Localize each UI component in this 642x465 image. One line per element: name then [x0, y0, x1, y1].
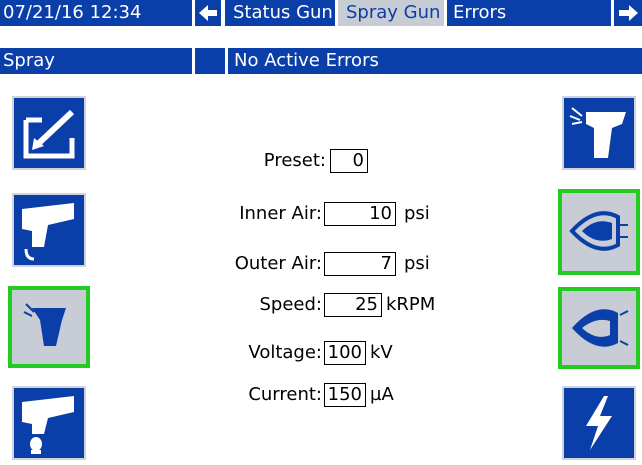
speed-input[interactable]: 25 — [324, 293, 382, 317]
inner-air-label: Inner Air: — [239, 203, 322, 224]
tab-status-gun[interactable]: Status Gun — [225, 0, 335, 26]
voltage-input[interactable]: 100 — [324, 341, 366, 365]
field-voltage: Voltage: 100 kV — [0, 339, 642, 367]
inner-air-unit: psi — [404, 203, 430, 224]
preset-input[interactable]: 0 — [330, 149, 368, 173]
speed-label: Speed: — [259, 294, 323, 315]
next-screen-button[interactable] — [614, 0, 642, 26]
current-input[interactable]: 150 — [324, 383, 366, 407]
arrow-right-icon — [619, 5, 638, 21]
voltage-unit: kV — [370, 342, 393, 363]
outer-air-label: Outer Air: — [234, 253, 322, 274]
current-label: Current: — [248, 384, 322, 405]
inner-air-input[interactable]: 10 — [324, 202, 396, 226]
field-preset: Preset: 0 — [0, 147, 642, 175]
field-speed: Speed: 25 kRPM — [0, 291, 642, 319]
outer-air-input[interactable]: 7 — [324, 252, 396, 276]
tab-errors[interactable]: Errors — [447, 0, 611, 26]
field-current: Current: 150 µA — [0, 381, 642, 409]
mode-display: Spray — [0, 48, 192, 74]
field-inner-air: Inner Air: 10 psi — [0, 200, 642, 228]
outer-air-unit: psi — [404, 253, 430, 274]
status-indicator — [195, 48, 225, 74]
preset-label: Preset: — [263, 150, 326, 171]
arrow-left-icon — [199, 5, 217, 21]
datetime-display: 07/21/16 12:34 — [0, 0, 192, 26]
tab-spray-gun[interactable]: Spray Gun — [338, 0, 444, 26]
speed-unit: kRPM — [386, 294, 436, 315]
voltage-label: Voltage: — [248, 342, 322, 363]
field-outer-air: Outer Air: 7 psi — [0, 250, 642, 278]
current-unit: µA — [370, 384, 394, 405]
prev-screen-button[interactable] — [195, 0, 221, 26]
error-status: No Active Errors — [228, 48, 642, 74]
